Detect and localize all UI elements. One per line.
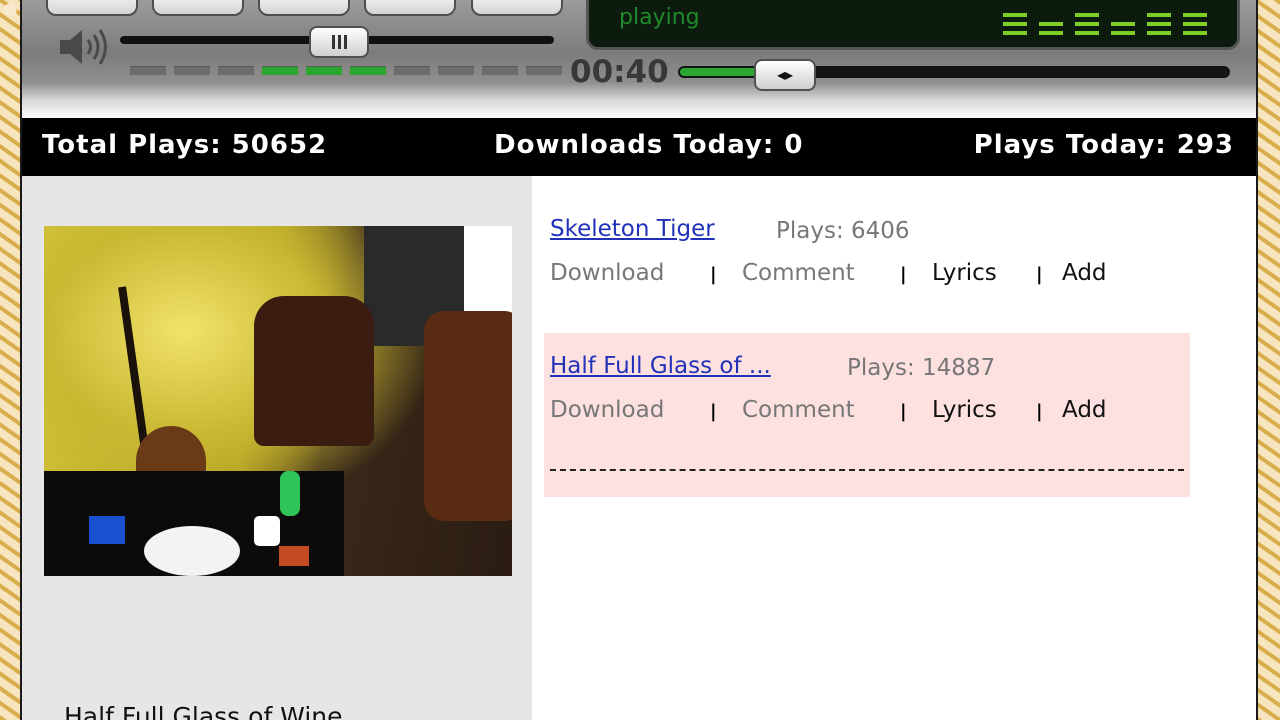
separator: | <box>1036 401 1043 422</box>
equalizer-visualizer <box>1003 1 1207 35</box>
level-bar <box>174 66 210 75</box>
seek-progress <box>680 68 757 76</box>
lyrics-link[interactable]: Lyrics <box>932 260 997 286</box>
now-playing-title: Half Full Glass of Wine <box>64 702 343 720</box>
track-item-selected: Half Full Glass of ... Plays: 14887 Down… <box>544 333 1190 497</box>
playback-status: playing <box>619 5 700 30</box>
player-button-2[interactable] <box>152 0 244 16</box>
level-bar <box>350 66 386 75</box>
separator: | <box>900 264 907 285</box>
volume-slider-thumb[interactable] <box>309 26 369 58</box>
separator: | <box>1036 264 1043 285</box>
track-title-link[interactable]: Half Full Glass of ... <box>550 353 771 379</box>
track-plays: Plays: 6406 <box>776 218 910 244</box>
comment-link[interactable]: Comment <box>742 260 855 286</box>
player-button-1[interactable] <box>46 0 138 16</box>
level-bar <box>306 66 342 75</box>
level-bar <box>218 66 254 75</box>
level-bar <box>130 66 166 75</box>
level-bar <box>526 66 562 75</box>
lyrics-link[interactable]: Lyrics <box>932 397 997 423</box>
level-meter <box>130 66 562 75</box>
separator: | <box>900 401 907 422</box>
plays-today: Plays Today: 293 <box>973 130 1234 160</box>
separator: | <box>710 264 717 285</box>
page-frame: playing 00:40 ◂▸ Total Plays: 50652 Down… <box>20 0 1258 720</box>
total-plays: Total Plays: 50652 <box>42 130 328 160</box>
player-button-4[interactable] <box>364 0 456 16</box>
player-button-5[interactable] <box>471 0 563 16</box>
track-plays: Plays: 14887 <box>847 355 996 381</box>
album-art-image <box>44 226 512 576</box>
track-item: Skeleton Tiger Plays: 6406 Download | Co… <box>544 196 1190 332</box>
level-bar <box>482 66 518 75</box>
volume-icon[interactable] <box>56 26 110 68</box>
now-playing-panel: Half Full Glass of Wine <box>22 176 532 720</box>
comment-link[interactable]: Comment <box>742 397 855 423</box>
separator: | <box>710 401 717 422</box>
level-bar <box>438 66 474 75</box>
downloads-today: Downloads Today: 0 <box>494 130 804 160</box>
stats-bar: Total Plays: 50652 Downloads Today: 0 Pl… <box>22 118 1256 176</box>
download-link[interactable]: Download <box>550 397 664 423</box>
track-title-link[interactable]: Skeleton Tiger <box>550 216 715 242</box>
add-link[interactable]: Add <box>1062 260 1107 286</box>
music-player: playing 00:40 ◂▸ <box>22 0 1256 118</box>
add-link[interactable]: Add <box>1062 397 1107 423</box>
level-bar <box>394 66 430 75</box>
download-link[interactable]: Download <box>550 260 664 286</box>
player-button-3[interactable] <box>258 0 350 16</box>
player-display: playing <box>586 0 1240 50</box>
elapsed-time: 00:40 <box>570 54 669 90</box>
divider <box>550 469 1184 471</box>
seek-thumb[interactable]: ◂▸ <box>754 59 816 91</box>
level-bar <box>262 66 298 75</box>
